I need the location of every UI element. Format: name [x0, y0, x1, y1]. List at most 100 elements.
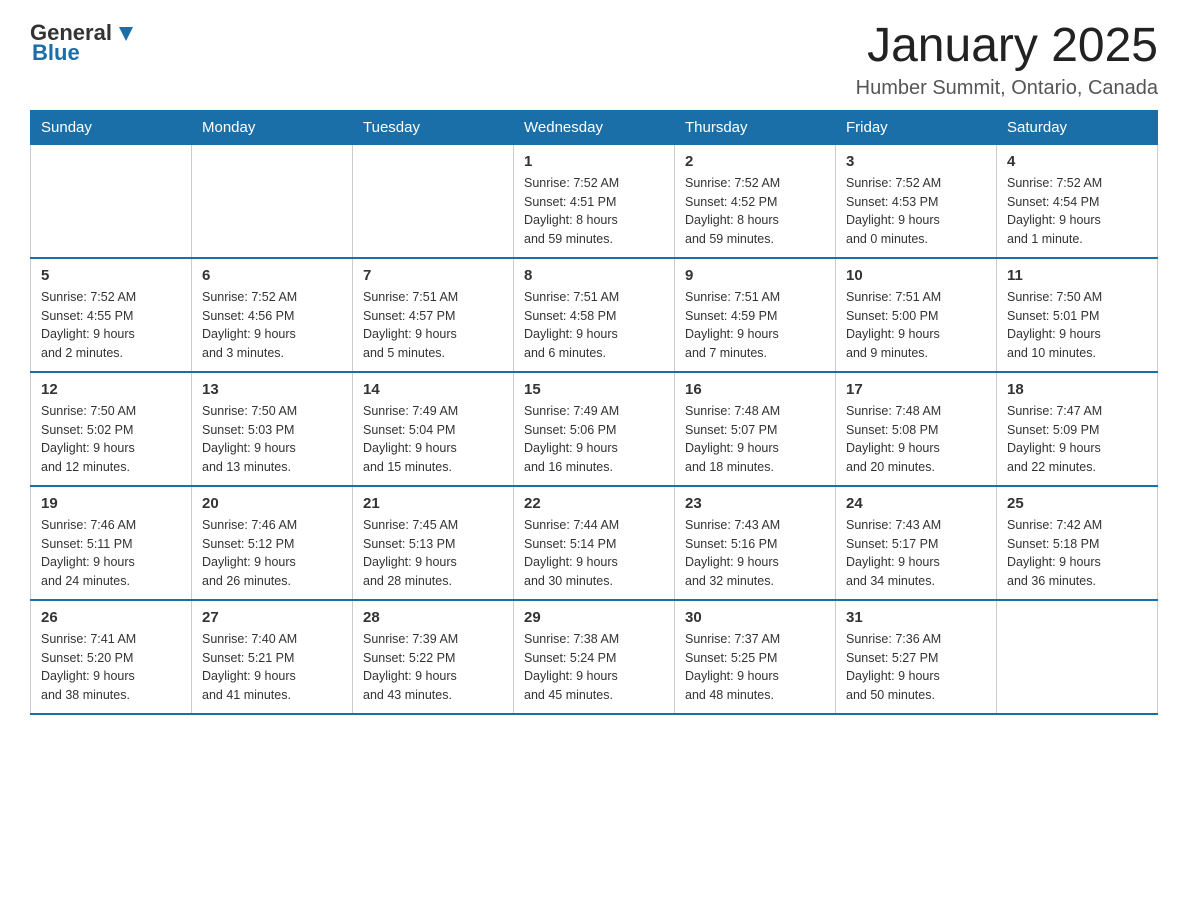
- day-info: Sunrise: 7:47 AM Sunset: 5:09 PM Dayligh…: [1007, 402, 1147, 477]
- day-info: Sunrise: 7:46 AM Sunset: 5:11 PM Dayligh…: [41, 516, 181, 591]
- day-number: 14: [363, 381, 503, 398]
- day-info: Sunrise: 7:51 AM Sunset: 5:00 PM Dayligh…: [846, 288, 986, 363]
- day-info: Sunrise: 7:52 AM Sunset: 4:55 PM Dayligh…: [41, 288, 181, 363]
- day-number: 18: [1007, 381, 1147, 398]
- day-info: Sunrise: 7:49 AM Sunset: 5:04 PM Dayligh…: [363, 402, 503, 477]
- table-row: 10 Sunrise: 7:51 AM Sunset: 5:00 PM Dayli…: [836, 258, 997, 372]
- table-row: 8Sunrise: 7:51 AM Sunset: 4:58 PM Daylig…: [514, 258, 675, 372]
- col-tuesday: Tuesday: [353, 110, 514, 144]
- day-number: 28: [363, 609, 503, 626]
- day-info: Sunrise: 7:42 AM Sunset: 5:18 PM Dayligh…: [1007, 516, 1147, 591]
- day-info: Sunrise: 7:43 AM Sunset: 5:16 PM Dayligh…: [685, 516, 825, 591]
- day-number: 12: [41, 381, 181, 398]
- table-row: 4Sunrise: 7:52 AM Sunset: 4:54 PM Daylig…: [997, 144, 1158, 258]
- logo-blue-text: Blue: [32, 40, 80, 66]
- calendar-week-row: 12Sunrise: 7:50 AM Sunset: 5:02 PM Dayli…: [31, 372, 1158, 486]
- day-number: 10: [846, 267, 986, 284]
- day-info: Sunrise: 7:46 AM Sunset: 5:12 PM Dayligh…: [202, 516, 342, 591]
- table-row: 14 Sunrise: 7:49 AM Sunset: 5:04 PM Dayli…: [353, 372, 514, 486]
- calendar-week-row: 26Sunrise: 7:41 AM Sunset: 5:20 PM Dayli…: [31, 600, 1158, 714]
- calendar-table: Sunday Monday Tuesday Wednesday Thursday…: [30, 110, 1158, 715]
- day-number: 17: [846, 381, 986, 398]
- day-number: 3: [846, 153, 986, 170]
- table-row: 18 Sunrise: 7:47 AM Sunset: 5:09 PM Dayli…: [997, 372, 1158, 486]
- table-row: 12Sunrise: 7:50 AM Sunset: 5:02 PM Dayli…: [31, 372, 192, 486]
- day-info: Sunrise: 7:52 AM Sunset: 4:53 PM Dayligh…: [846, 174, 986, 249]
- col-saturday: Saturday: [997, 110, 1158, 144]
- day-number: 30: [685, 609, 825, 626]
- table-row: [31, 144, 192, 258]
- col-thursday: Thursday: [675, 110, 836, 144]
- day-info: Sunrise: 7:50 AM Sunset: 5:03 PM Dayligh…: [202, 402, 342, 477]
- table-row: 7 Sunrise: 7:51 AM Sunset: 4:57 PM Daylig…: [353, 258, 514, 372]
- table-row: 3 Sunrise: 7:52 AM Sunset: 4:53 PM Daylig…: [836, 144, 997, 258]
- day-number: 15: [524, 381, 664, 398]
- col-sunday: Sunday: [31, 110, 192, 144]
- table-row: 6 Sunrise: 7:52 AM Sunset: 4:56 PM Daylig…: [192, 258, 353, 372]
- table-row: 21 Sunrise: 7:45 AM Sunset: 5:13 PM Dayli…: [353, 486, 514, 600]
- col-monday: Monday: [192, 110, 353, 144]
- day-info: Sunrise: 7:52 AM Sunset: 4:56 PM Dayligh…: [202, 288, 342, 363]
- table-row: 1 Sunrise: 7:52 AM Sunset: 4:51 PM Daylig…: [514, 144, 675, 258]
- day-info: Sunrise: 7:48 AM Sunset: 5:07 PM Dayligh…: [685, 402, 825, 477]
- table-row: 29 Sunrise: 7:38 AM Sunset: 5:24 PM Dayli…: [514, 600, 675, 714]
- day-number: 20: [202, 495, 342, 512]
- col-wednesday: Wednesday: [514, 110, 675, 144]
- day-info: Sunrise: 7:51 AM Sunset: 4:58 PM Dayligh…: [524, 288, 664, 363]
- logo: General Blue: [30, 20, 137, 66]
- day-info: Sunrise: 7:39 AM Sunset: 5:22 PM Dayligh…: [363, 630, 503, 705]
- table-row: 19 Sunrise: 7:46 AM Sunset: 5:11 PM Dayli…: [31, 486, 192, 600]
- day-info: Sunrise: 7:43 AM Sunset: 5:17 PM Dayligh…: [846, 516, 986, 591]
- day-info: Sunrise: 7:52 AM Sunset: 4:51 PM Dayligh…: [524, 174, 664, 249]
- table-row: 22Sunrise: 7:44 AM Sunset: 5:14 PM Dayli…: [514, 486, 675, 600]
- day-info: Sunrise: 7:38 AM Sunset: 5:24 PM Dayligh…: [524, 630, 664, 705]
- day-number: 7: [363, 267, 503, 284]
- day-number: 24: [846, 495, 986, 512]
- calendar-header-row: Sunday Monday Tuesday Wednesday Thursday…: [31, 110, 1158, 144]
- calendar-week-row: 1 Sunrise: 7:52 AM Sunset: 4:51 PM Daylig…: [31, 144, 1158, 258]
- table-row: 28 Sunrise: 7:39 AM Sunset: 5:22 PM Dayli…: [353, 600, 514, 714]
- day-info: Sunrise: 7:40 AM Sunset: 5:21 PM Dayligh…: [202, 630, 342, 705]
- day-number: 21: [363, 495, 503, 512]
- calendar-week-row: 5Sunrise: 7:52 AM Sunset: 4:55 PM Daylig…: [31, 258, 1158, 372]
- table-row: 17 Sunrise: 7:48 AM Sunset: 5:08 PM Dayli…: [836, 372, 997, 486]
- day-number: 9: [685, 267, 825, 284]
- day-number: 27: [202, 609, 342, 626]
- day-info: Sunrise: 7:52 AM Sunset: 4:54 PM Dayligh…: [1007, 174, 1147, 249]
- table-row: 15 Sunrise: 7:49 AM Sunset: 5:06 PM Dayli…: [514, 372, 675, 486]
- calendar-subtitle: Humber Summit, Ontario, Canada: [856, 77, 1158, 100]
- table-row: 5Sunrise: 7:52 AM Sunset: 4:55 PM Daylig…: [31, 258, 192, 372]
- table-row: [192, 144, 353, 258]
- table-row: 9 Sunrise: 7:51 AM Sunset: 4:59 PM Daylig…: [675, 258, 836, 372]
- day-number: 16: [685, 381, 825, 398]
- day-number: 19: [41, 495, 181, 512]
- day-number: 26: [41, 609, 181, 626]
- day-info: Sunrise: 7:51 AM Sunset: 4:59 PM Dayligh…: [685, 288, 825, 363]
- page-header: General Blue January 2025 Humber Summit,…: [30, 20, 1158, 100]
- day-number: 29: [524, 609, 664, 626]
- day-info: Sunrise: 7:51 AM Sunset: 4:57 PM Dayligh…: [363, 288, 503, 363]
- day-number: 31: [846, 609, 986, 626]
- table-row: 13Sunrise: 7:50 AM Sunset: 5:03 PM Dayli…: [192, 372, 353, 486]
- table-row: 27 Sunrise: 7:40 AM Sunset: 5:21 PM Dayli…: [192, 600, 353, 714]
- day-number: 25: [1007, 495, 1147, 512]
- table-row: 31 Sunrise: 7:36 AM Sunset: 5:27 PM Dayli…: [836, 600, 997, 714]
- day-info: Sunrise: 7:49 AM Sunset: 5:06 PM Dayligh…: [524, 402, 664, 477]
- day-info: Sunrise: 7:36 AM Sunset: 5:27 PM Dayligh…: [846, 630, 986, 705]
- day-info: Sunrise: 7:52 AM Sunset: 4:52 PM Dayligh…: [685, 174, 825, 249]
- day-number: 23: [685, 495, 825, 512]
- day-info: Sunrise: 7:48 AM Sunset: 5:08 PM Dayligh…: [846, 402, 986, 477]
- day-info: Sunrise: 7:44 AM Sunset: 5:14 PM Dayligh…: [524, 516, 664, 591]
- logo-triangle-icon: [115, 23, 137, 45]
- table-row: 23 Sunrise: 7:43 AM Sunset: 5:16 PM Dayli…: [675, 486, 836, 600]
- day-info: Sunrise: 7:37 AM Sunset: 5:25 PM Dayligh…: [685, 630, 825, 705]
- table-row: 26Sunrise: 7:41 AM Sunset: 5:20 PM Dayli…: [31, 600, 192, 714]
- table-row: 16 Sunrise: 7:48 AM Sunset: 5:07 PM Dayli…: [675, 372, 836, 486]
- day-info: Sunrise: 7:45 AM Sunset: 5:13 PM Dayligh…: [363, 516, 503, 591]
- day-number: 1: [524, 153, 664, 170]
- table-row: [353, 144, 514, 258]
- table-row: [997, 600, 1158, 714]
- calendar-week-row: 19 Sunrise: 7:46 AM Sunset: 5:11 PM Dayli…: [31, 486, 1158, 600]
- day-number: 6: [202, 267, 342, 284]
- table-row: 30 Sunrise: 7:37 AM Sunset: 5:25 PM Dayli…: [675, 600, 836, 714]
